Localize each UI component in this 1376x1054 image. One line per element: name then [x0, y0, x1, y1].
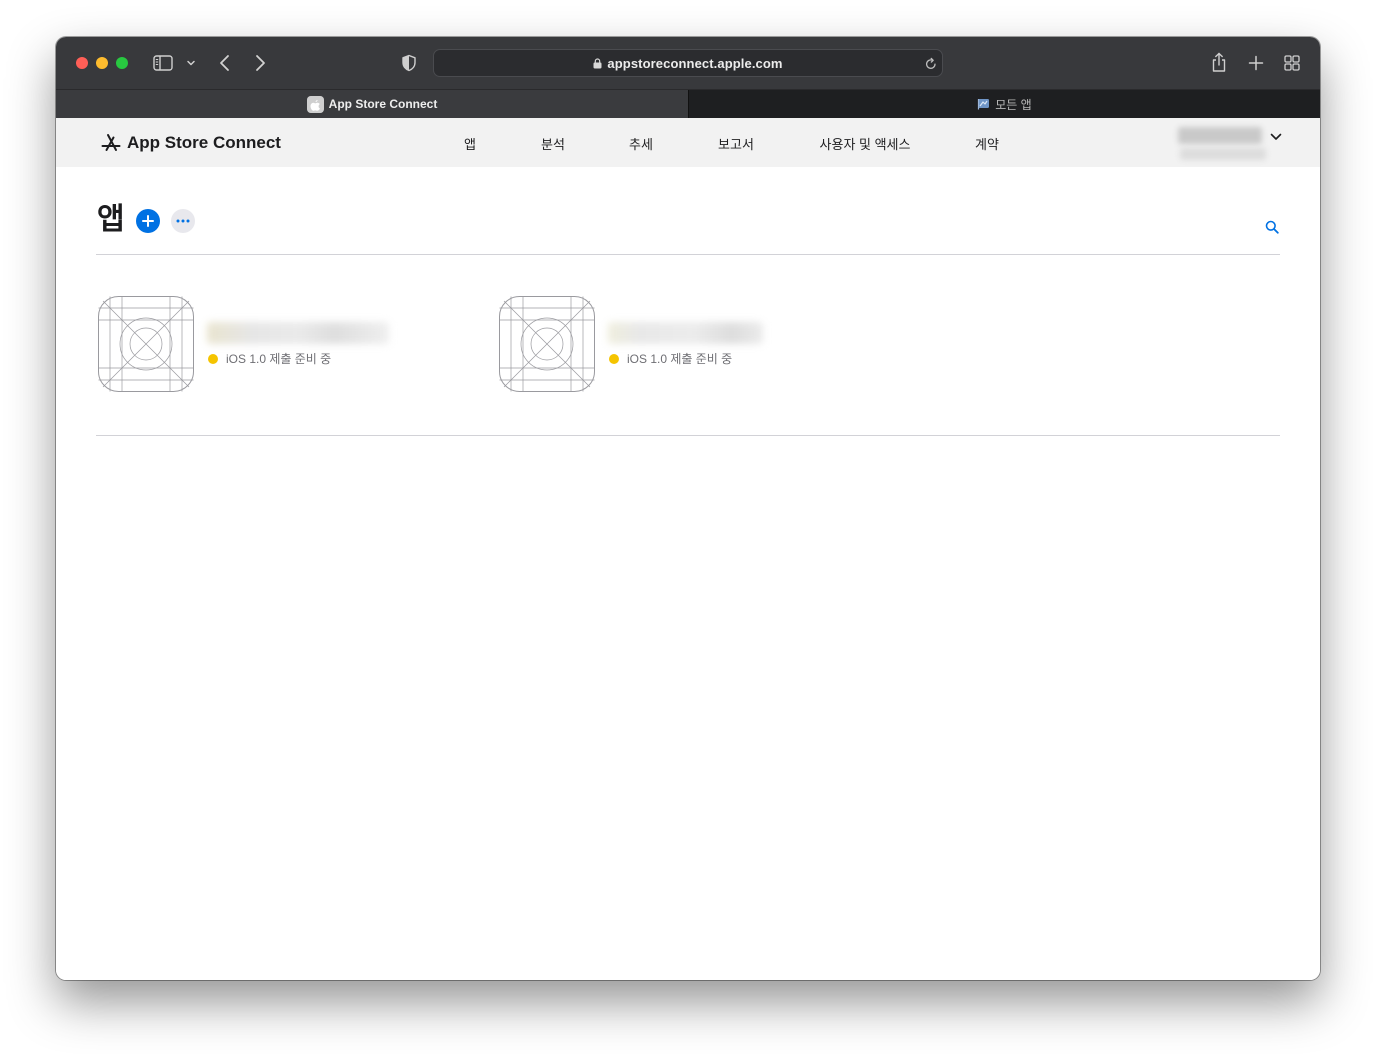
tab-overview-icon[interactable]	[1284, 55, 1300, 71]
tab-app-store-connect[interactable]: App Store Connect	[56, 90, 688, 118]
reload-icon[interactable]	[925, 57, 937, 70]
address-bar[interactable]: appstoreconnect.apple.com	[433, 49, 943, 77]
apple-favicon-icon	[306, 95, 324, 113]
browser-toolbar: appstoreconnect.apple.com	[56, 37, 1320, 89]
app-card[interactable]: iOS 1.0 제출 준비 중	[499, 296, 879, 392]
minimize-window-button[interactable]	[96, 57, 108, 69]
main-content: 앱 iOS 1.0 제출 준비 중 iOS 1.0 제출 준비 중	[56, 167, 1320, 980]
status-dot-icon	[609, 354, 619, 364]
status-dot-icon	[208, 354, 218, 364]
app-name-redacted[interactable]	[207, 322, 389, 344]
tab-label: 모든 앱	[995, 97, 1032, 112]
account-menu-redacted[interactable]	[1178, 126, 1268, 162]
app-name-redacted[interactable]	[608, 322, 763, 344]
tab-label: App Store Connect	[328, 97, 438, 111]
plus-icon	[142, 215, 154, 227]
app-card[interactable]: iOS 1.0 제출 준비 중	[98, 296, 478, 392]
app-icon-placeholder	[98, 296, 194, 392]
divider	[96, 435, 1280, 436]
browser-window: appstoreconnect.apple.com App Store Conn…	[56, 37, 1320, 980]
more-icon	[176, 219, 190, 223]
forward-icon[interactable]	[254, 54, 266, 72]
share-icon[interactable]	[1211, 52, 1227, 73]
brand-title[interactable]: App Store Connect	[127, 132, 281, 154]
chevron-down-icon[interactable]	[186, 59, 196, 67]
back-icon[interactable]	[219, 54, 231, 72]
app-status: iOS 1.0 제출 준비 중	[226, 352, 332, 366]
more-options-button[interactable]	[171, 209, 195, 233]
flag-favicon-icon	[978, 99, 990, 110]
nav-item-analytics[interactable]: 분석	[541, 136, 565, 154]
page-title: 앱	[97, 203, 125, 236]
nav-item-agreements[interactable]: 계약	[975, 136, 999, 154]
nav-item-reports[interactable]: 보고서	[718, 136, 754, 154]
chevron-down-icon[interactable]	[1270, 133, 1282, 141]
add-app-button[interactable]	[136, 209, 160, 233]
url-text: appstoreconnect.apple.com	[607, 55, 783, 71]
sidebar-icon[interactable]	[153, 55, 173, 71]
nav-item-apps[interactable]: 앱	[464, 136, 476, 154]
shield-icon[interactable]	[401, 54, 417, 72]
app-store-icon[interactable]	[100, 133, 122, 153]
close-window-button[interactable]	[76, 57, 88, 69]
divider	[96, 254, 1280, 255]
new-tab-icon[interactable]	[1248, 55, 1264, 71]
app-icon-placeholder	[499, 296, 595, 392]
zoom-window-button[interactable]	[116, 57, 128, 69]
tab-bar: App Store Connect 모든 앱	[56, 89, 1320, 118]
nav-item-trends[interactable]: 추세	[629, 136, 653, 154]
nav-item-users-and-access[interactable]: 사용자 및 액세스	[820, 136, 911, 154]
app-status: iOS 1.0 제출 준비 중	[627, 352, 733, 366]
search-icon[interactable]	[1265, 220, 1279, 234]
app-header: App Store Connect 앱 분석 추세 보고서 사용자 및 액세스 …	[56, 118, 1320, 167]
lock-icon	[593, 57, 602, 68]
tab-all-apps[interactable]: 모든 앱	[688, 90, 1320, 118]
